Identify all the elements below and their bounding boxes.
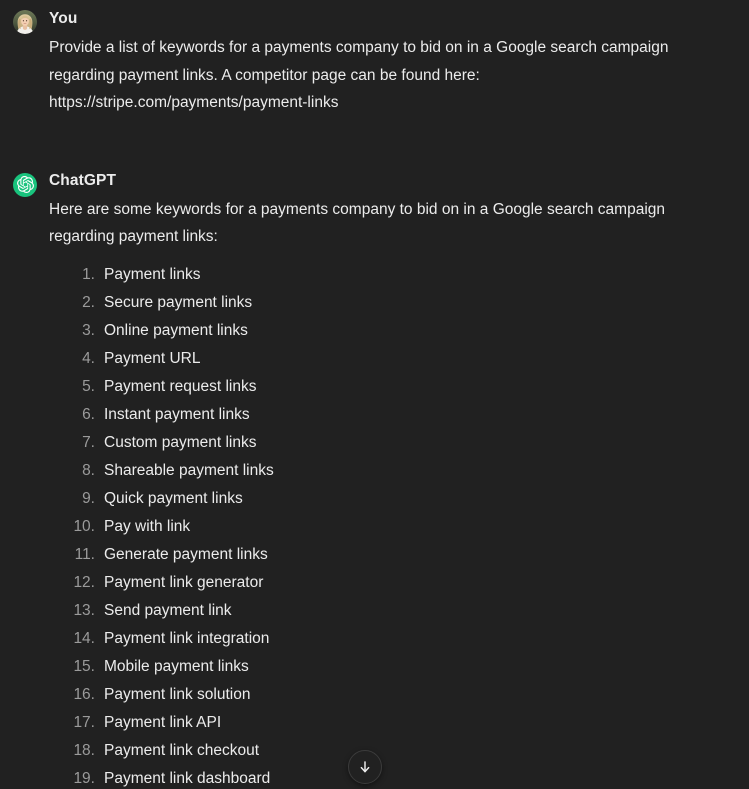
list-item-label: Payment request links — [104, 377, 257, 395]
list-item-label: Payment link solution — [104, 685, 251, 703]
list-item-label: Online payment links — [104, 321, 248, 339]
list-item-number: 2. — [82, 293, 95, 311]
list-item: 10. Pay with link — [49, 513, 729, 541]
list-item: 4. Payment URL — [49, 345, 729, 373]
list-item-label: Quick payment links — [104, 489, 243, 507]
list-item-number: 12. — [73, 573, 95, 591]
list-item-number: 17. — [73, 713, 95, 731]
list-item: 18. Payment link checkout — [49, 737, 729, 765]
list-item: 19. Payment link dashboard — [49, 765, 729, 789]
keyword-list: 1. Payment links 2. Secure payment links 3. O… — [49, 261, 729, 789]
assistant-message-text: Here are some keywords for a payments co… — [49, 200, 666, 246]
list-item-number: 6. — [82, 405, 95, 423]
list-item: 9. Quick payment links — [49, 485, 729, 513]
list-item: 3. Online payment links — [49, 317, 729, 345]
list-item-label: Payment URL — [104, 349, 201, 367]
list-item-number: 5. — [82, 377, 95, 395]
message-role-label: ChatGPT — [49, 171, 117, 189]
list-item: 1. Payment links — [49, 261, 729, 289]
list-item-number: 19. — [73, 769, 95, 787]
list-item-number: 15. — [73, 657, 95, 675]
list-item-number: 4. — [82, 349, 95, 367]
list-item-label: Generate payment links — [104, 545, 268, 563]
list-item-number: 16. — [73, 685, 95, 703]
list-item: 11. Generate payment links — [49, 541, 729, 569]
list-item-label: Payment link generator — [104, 573, 264, 591]
list-item-number: 11. — [74, 545, 95, 563]
list-item-number: 14. — [73, 629, 95, 647]
list-item-number: 10. — [73, 517, 95, 535]
message-assistant: ChatGPT Here are some keywords for a pay… — [0, 159, 749, 789]
list-item-number: 7. — [82, 433, 95, 451]
list-item-number: 13. — [73, 601, 95, 619]
list-item: 16. Payment link solution — [49, 681, 729, 709]
list-item-number: 8. — [82, 461, 95, 479]
conversation-thread: You Provide a list of keywords for a pay… — [0, 0, 749, 789]
list-item-number: 9. — [82, 489, 95, 507]
list-item-label: Payment link API — [104, 713, 222, 731]
list-item: 2. Secure payment links — [49, 289, 729, 317]
list-item-label: Custom payment links — [104, 433, 257, 451]
list-item: 12. Payment link generator — [49, 569, 729, 597]
arrow-down-icon — [357, 759, 373, 775]
list-item-label: Pay with link — [104, 517, 191, 535]
list-item-label: Payment link dashboard — [104, 769, 271, 787]
list-item-number: 18. — [73, 741, 95, 759]
list-item: 7. Custom payment links — [49, 429, 729, 457]
user-message-text: Provide a list of keywords for a payment… — [49, 39, 669, 111]
list-item-label: Mobile payment links — [104, 657, 249, 675]
message-role-label: You — [49, 10, 78, 27]
list-item-label: Send payment link — [104, 601, 232, 619]
user-photo-avatar — [13, 10, 37, 34]
list-item: 15. Mobile payment links — [49, 653, 729, 681]
list-item-label: Payment link integration — [104, 629, 270, 647]
list-item-label: Payment links — [104, 265, 201, 283]
list-item-label: Payment link checkout — [104, 741, 260, 759]
list-item-label: Shareable payment links — [104, 461, 274, 479]
openai-logo-icon — [13, 172, 37, 197]
list-item-label: Secure payment links — [104, 293, 253, 311]
list-item-number: 1. — [82, 265, 95, 283]
list-item-label: Instant payment links — [104, 405, 250, 423]
chat-page: You Provide a list of keywords for a pay… — [0, 0, 749, 789]
list-item: 17. Payment link API — [49, 709, 729, 737]
scroll-to-bottom-button[interactable] — [348, 750, 382, 784]
message-user: You Provide a list of keywords for a pay… — [0, 0, 749, 117]
list-item: 5. Payment request links — [49, 373, 729, 401]
list-item: 6. Instant payment links — [49, 401, 729, 429]
list-item: 13. Send payment link — [49, 597, 729, 625]
list-item: 8. Shareable payment links — [49, 457, 729, 485]
list-item-number: 3. — [82, 321, 95, 339]
list-item: 14. Payment link integration — [49, 625, 729, 653]
